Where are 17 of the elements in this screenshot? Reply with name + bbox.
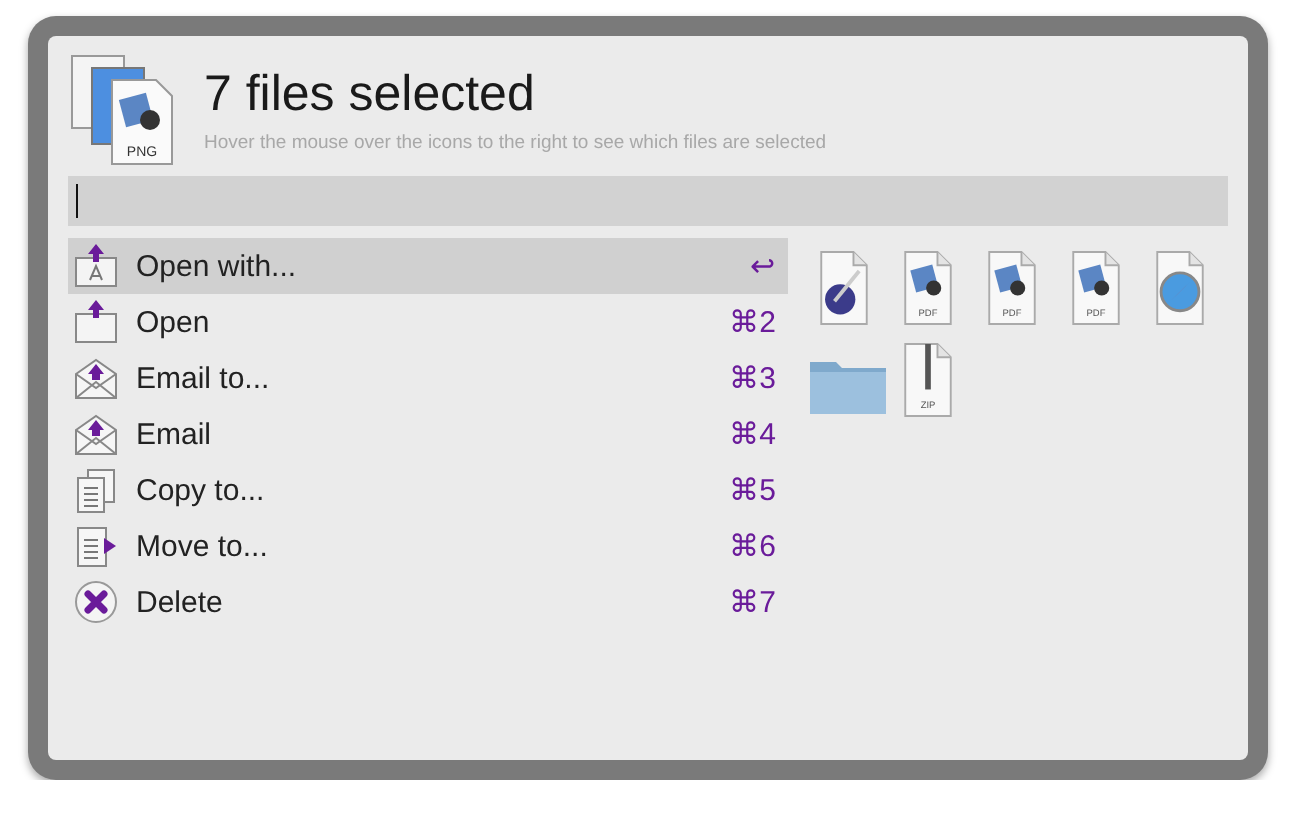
action-item[interactable]: Move to... ⌘6: [68, 518, 788, 574]
delete-icon: [72, 578, 120, 626]
search-field[interactable]: [68, 176, 1228, 226]
action-item[interactable]: Open with... ↩: [68, 238, 788, 294]
action-item[interactable]: Copy to... ⌘5: [68, 462, 788, 518]
action-item[interactable]: Delete ⌘7: [68, 574, 788, 630]
action-item[interactable]: Email ⌘4: [68, 406, 788, 462]
documents-icon: [72, 466, 120, 514]
folder-icon: [72, 298, 120, 346]
hint-text: Hover the mouse over the icons to the right to see which files are selected: [204, 132, 827, 154]
envelope-icon: [72, 354, 120, 402]
action-item[interactable]: Open ⌘2: [68, 294, 788, 350]
action-item[interactable]: Email to... ⌘3: [68, 350, 788, 406]
title: 7 files selected: [204, 64, 537, 124]
document-arrow-icon: [72, 522, 120, 570]
envelope-icon: [72, 410, 120, 458]
application-folder-icon: [72, 242, 120, 290]
